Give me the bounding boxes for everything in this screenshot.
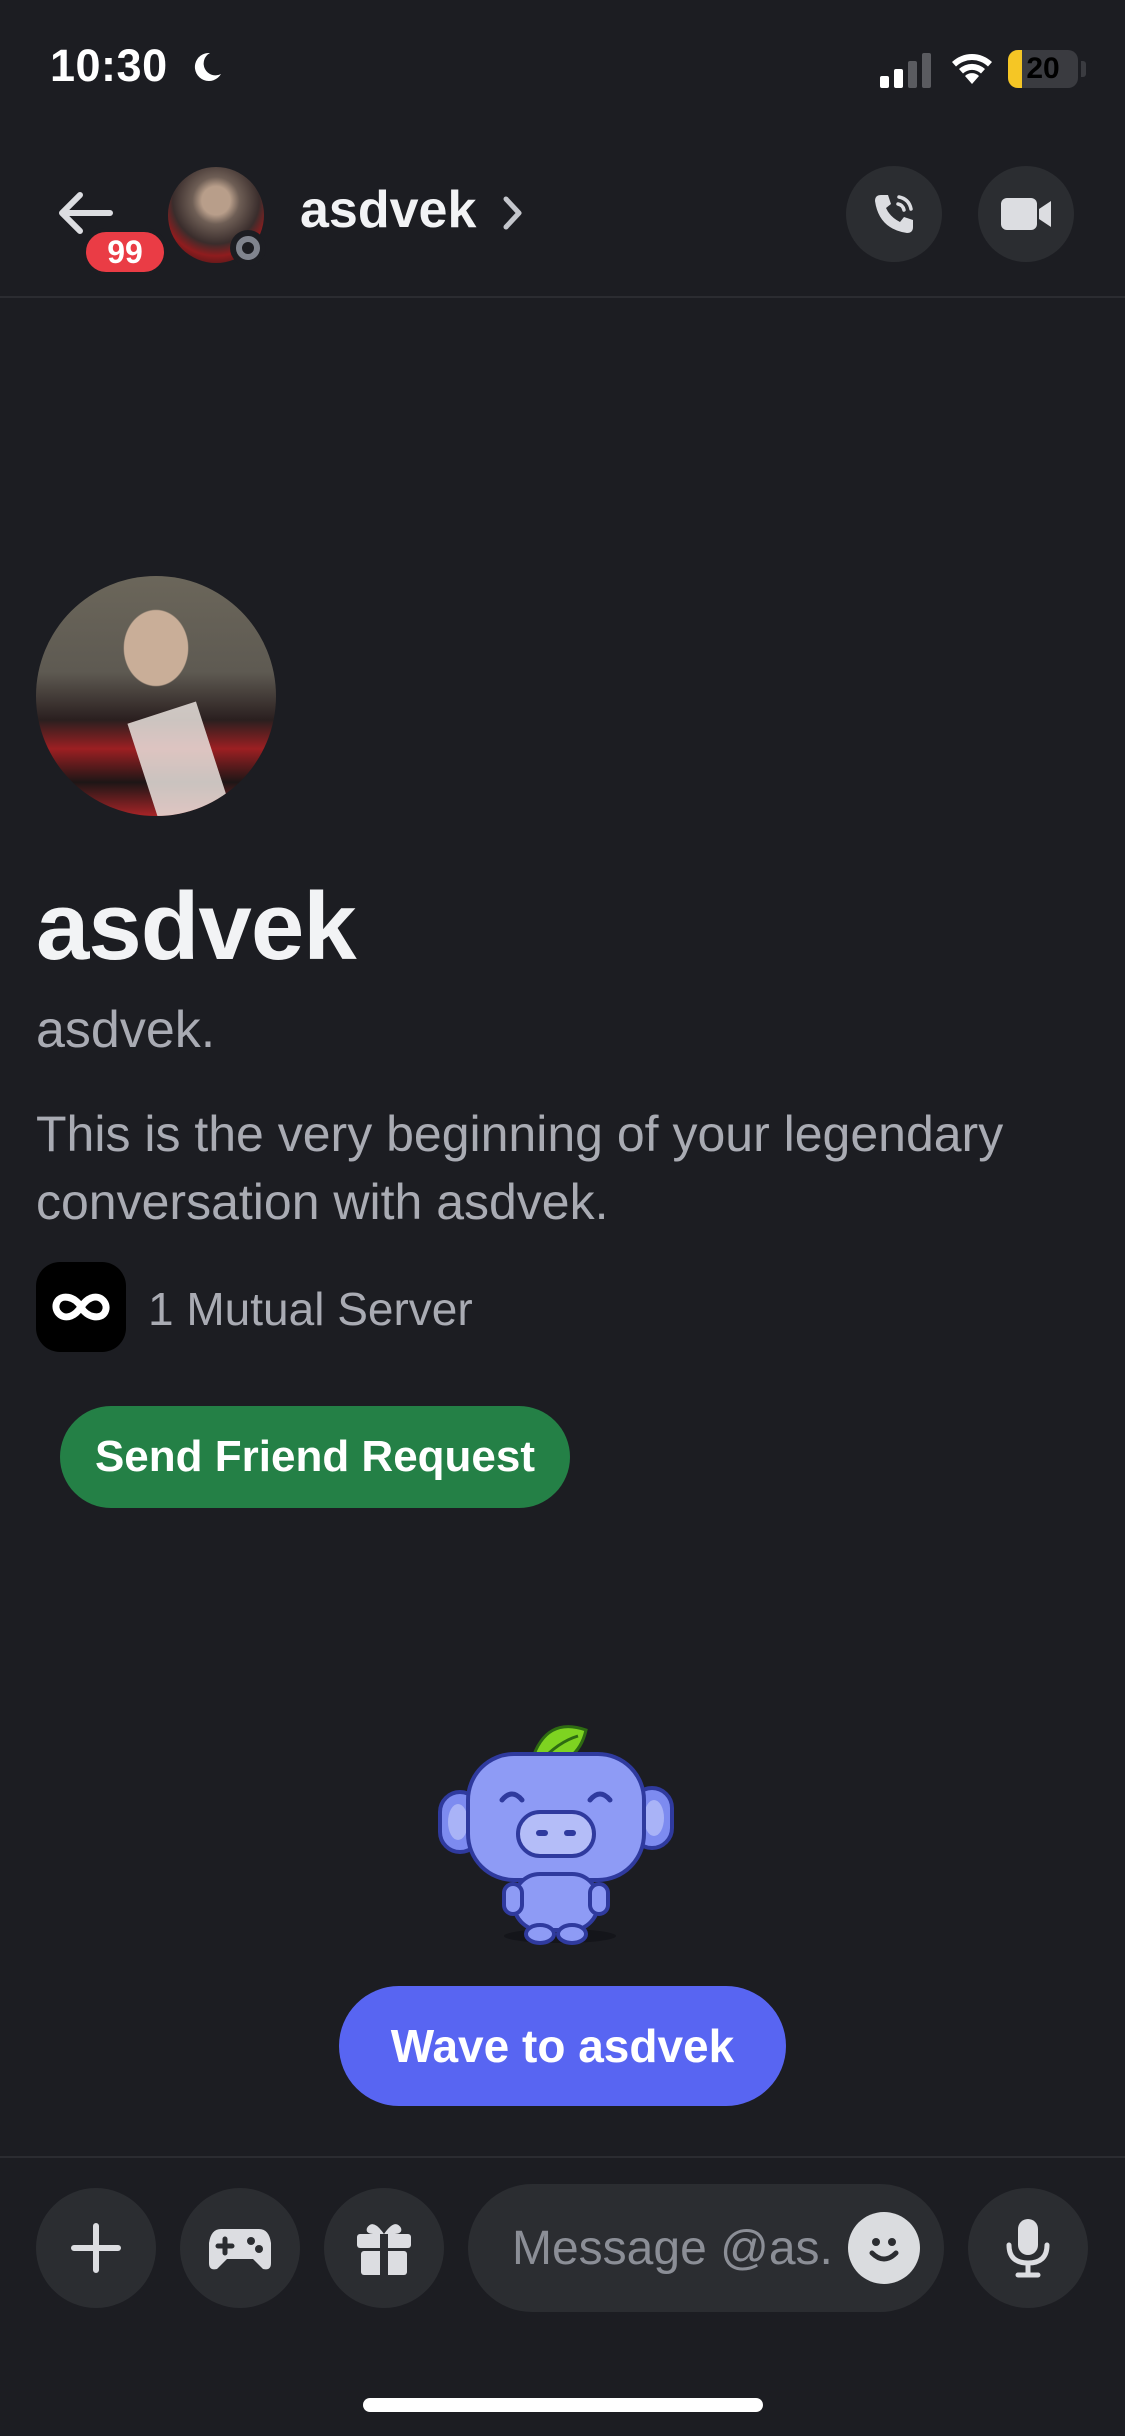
profile-avatar[interactable] (36, 576, 276, 816)
battery-nub (1081, 61, 1086, 77)
composer-divider (0, 2156, 1125, 2158)
gift-icon (357, 2224, 411, 2276)
offline-status-indicator (230, 230, 266, 266)
profile-display-name: asdvek (36, 873, 357, 980)
message-composer[interactable] (468, 2184, 944, 2312)
plus-icon (71, 2223, 121, 2273)
battery-level: 20 (1026, 52, 1060, 85)
chevron-right-icon[interactable] (502, 195, 524, 231)
profile-username: asdvek. (36, 1001, 216, 1059)
avatar-detail (127, 701, 229, 816)
activities-button[interactable] (180, 2188, 300, 2308)
microphone-icon (1006, 2219, 1050, 2278)
infinity-icon (52, 1293, 110, 1321)
wave-button[interactable]: Wave to asdvek (339, 1986, 786, 2106)
voice-call-button[interactable] (846, 166, 942, 262)
home-indicator (363, 2398, 763, 2412)
wifi-icon (952, 54, 992, 84)
emoji-button[interactable] (848, 2212, 920, 2284)
status-time: 10:30 (50, 40, 168, 91)
smiley-icon (869, 2238, 899, 2262)
header-divider (0, 296, 1125, 298)
moon-icon (194, 52, 221, 81)
mutual-servers-label[interactable]: 1 Mutual Server (148, 1282, 473, 1336)
mutual-server-icon[interactable] (36, 1262, 126, 1352)
battery-indicator: 20 (1008, 50, 1078, 88)
conversation-intro-text: This is the very beginning of your legen… (36, 1106, 1004, 1230)
video-call-button[interactable] (978, 166, 1074, 262)
unread-badge: 99 (82, 228, 168, 276)
header-username[interactable]: asdvek (300, 180, 476, 240)
gamepad-icon (209, 2229, 271, 2270)
send-friend-request-button[interactable]: Send Friend Request (60, 1406, 570, 1508)
message-input[interactable] (512, 2184, 832, 2312)
phone-icon (875, 195, 913, 233)
wumpus-mascot (438, 1725, 674, 1945)
video-camera-icon (1001, 198, 1051, 230)
gift-button[interactable] (324, 2188, 444, 2308)
attach-button[interactable] (36, 2188, 156, 2308)
voice-message-button[interactable] (968, 2188, 1088, 2308)
signal-icon (880, 53, 931, 88)
